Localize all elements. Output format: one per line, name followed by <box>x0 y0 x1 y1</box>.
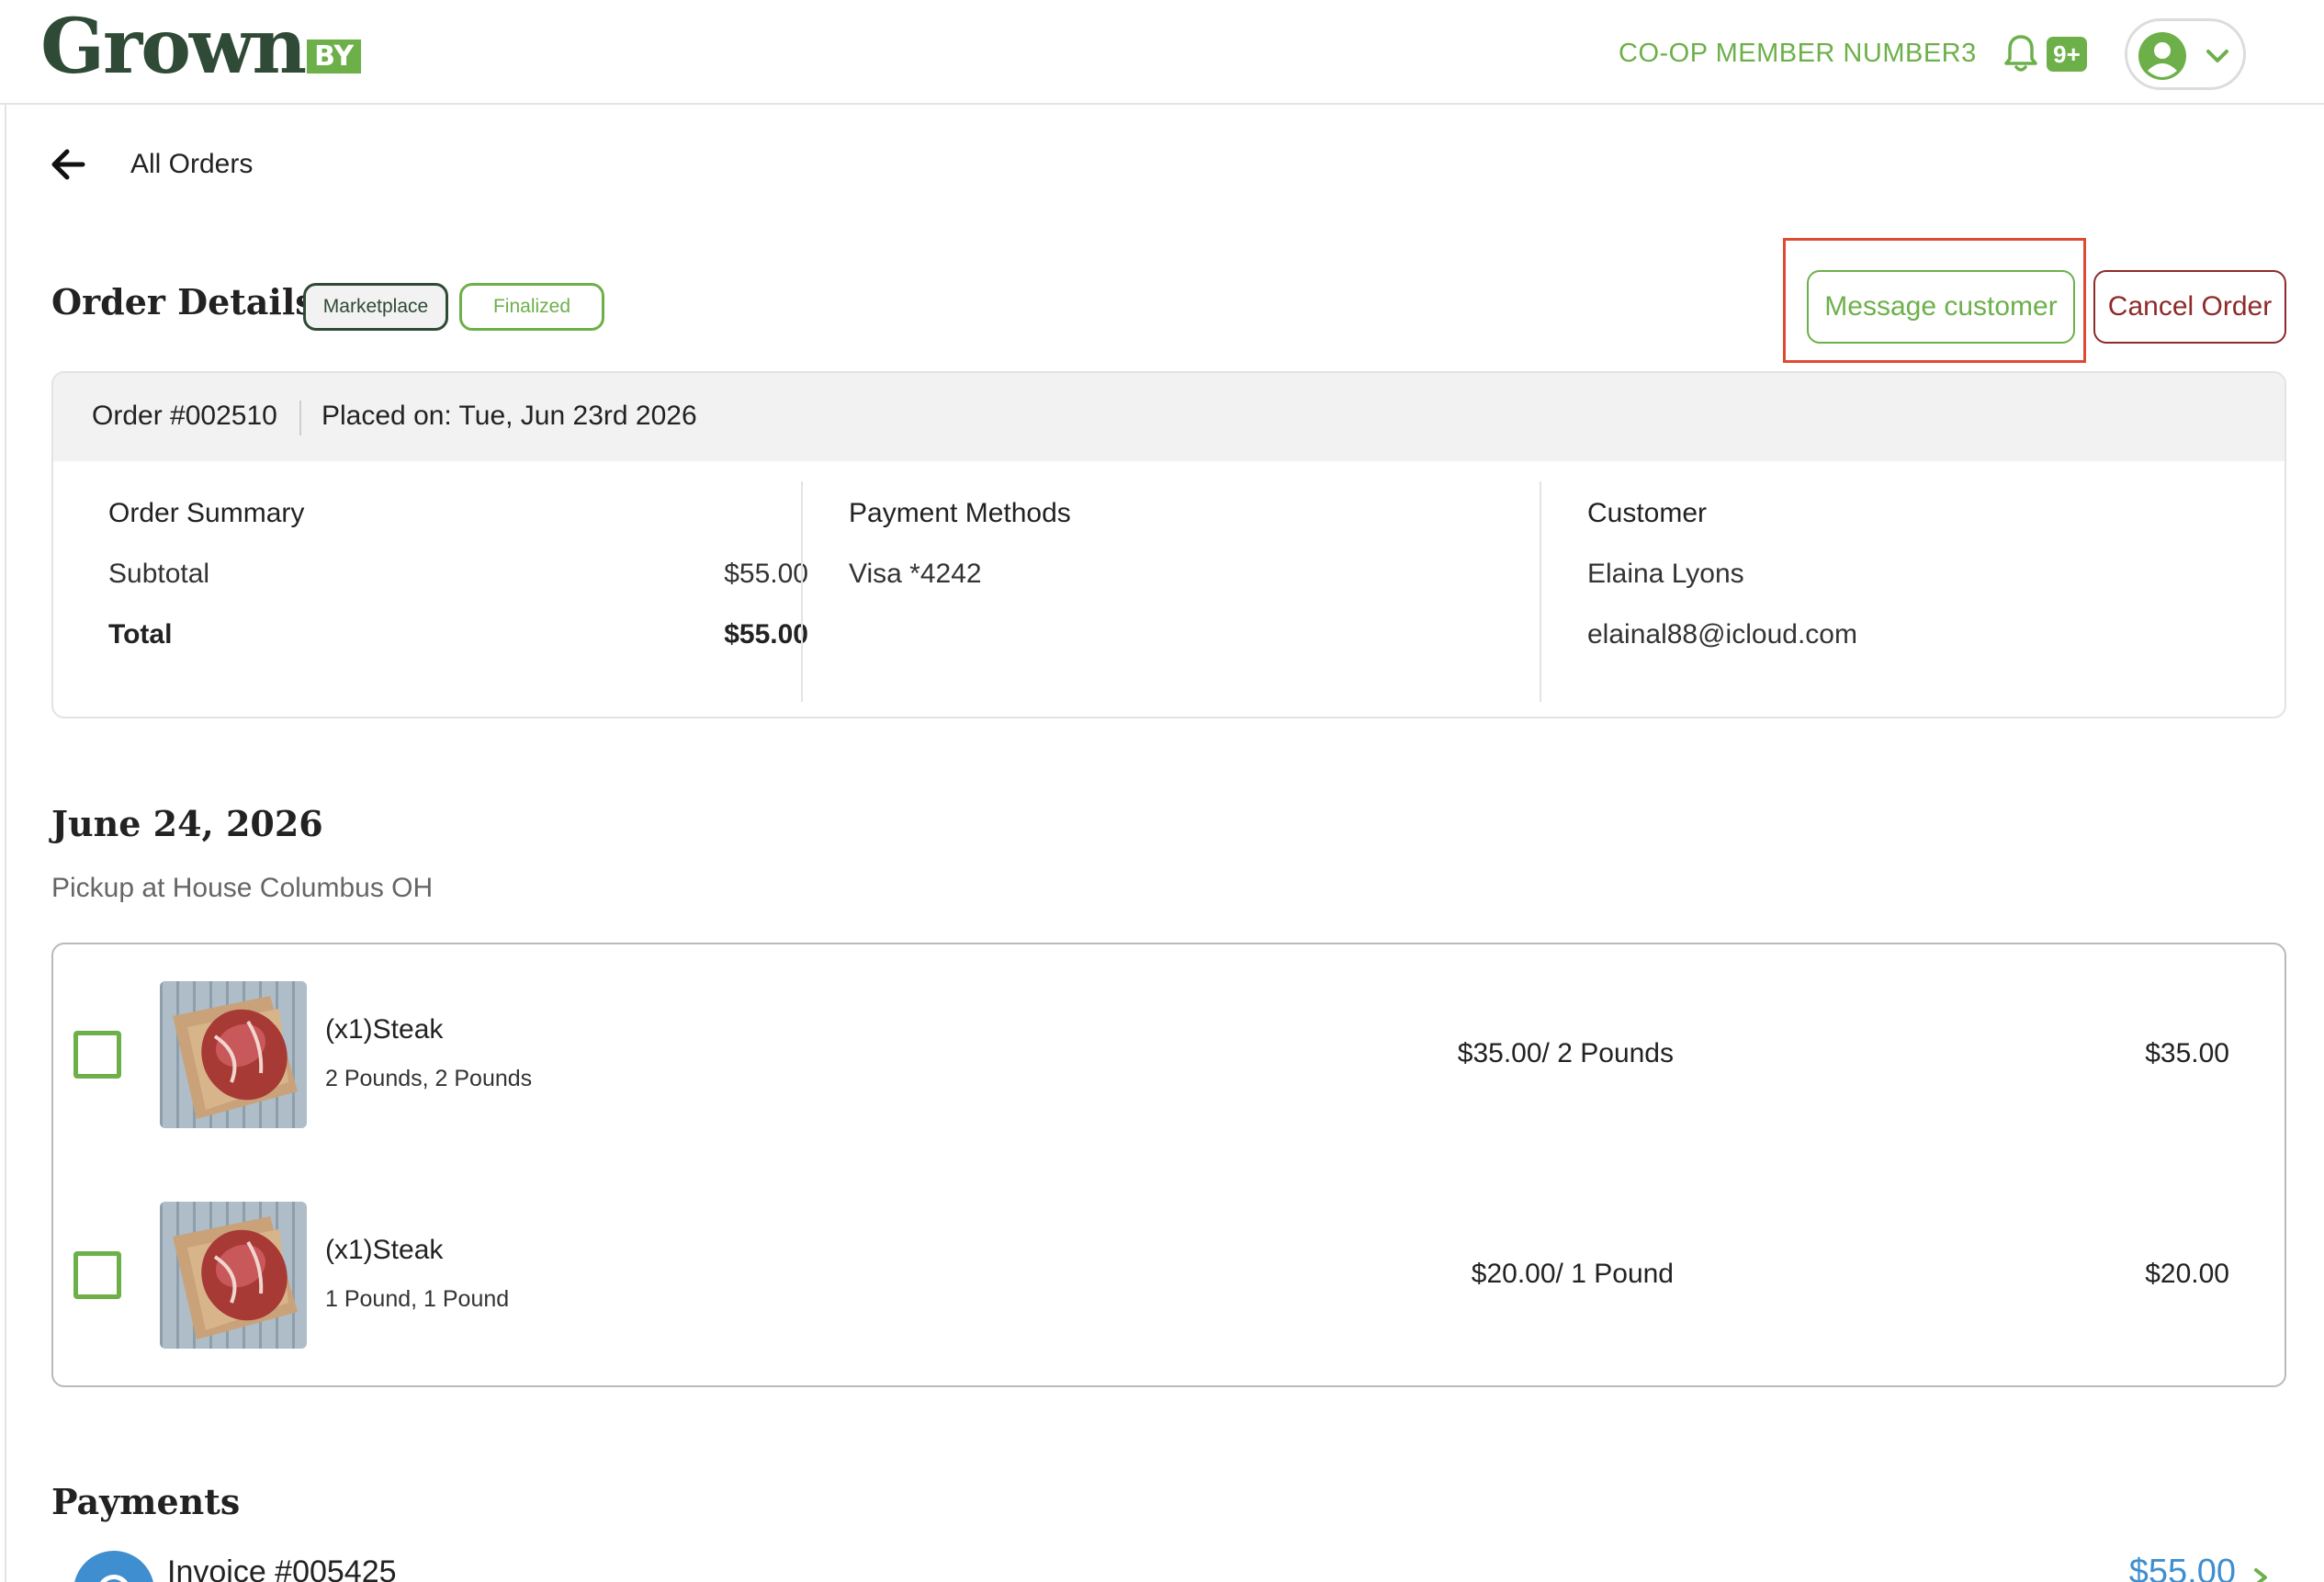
grownby-logo[interactable]: Grown BY <box>40 3 362 91</box>
item-name: (x1)Steak <box>325 1014 444 1045</box>
customer-email[interactable]: elainal88@icloud.com <box>1587 619 1857 650</box>
placed-on-date: Placed on: Tue, Jun 23rd 2026 <box>322 401 697 431</box>
payment-status-icon <box>73 1551 154 1582</box>
back-to-orders-link[interactable]: All Orders <box>50 147 253 182</box>
payment-method-value: Visa *4242 <box>849 559 982 589</box>
item-name: (x1)Steak <box>325 1235 444 1265</box>
item-variant: 2 Pounds, 2 Pounds <box>325 1066 533 1091</box>
order-card-header: Order #002510 Placed on: Tue, Jun 23rd 2… <box>53 373 2285 461</box>
finalized-status-tag: Finalized <box>459 283 604 331</box>
order-number: Order #002510 <box>92 401 277 431</box>
payment-ring-icon <box>97 1575 130 1582</box>
total-label: Total <box>108 619 173 650</box>
page-title: Order Details <box>51 281 315 322</box>
customer-heading: Customer <box>1587 498 1708 528</box>
invoice-amount[interactable]: $55.00 <box>2129 1553 2236 1582</box>
item-checkbox[interactable] <box>73 1251 121 1299</box>
column-divider <box>1540 481 1541 702</box>
top-header: Grown BY CO-OP MEMBER NUMBER3 9+ <box>0 0 2324 105</box>
bell-icon[interactable] <box>2002 33 2039 73</box>
order-summary-heading: Order Summary <box>108 498 305 528</box>
subtotal-value: $55.00 <box>724 559 808 589</box>
header-divider <box>299 401 301 435</box>
item-total: $20.00 <box>2145 1259 2229 1289</box>
payment-methods-heading: Payment Methods <box>849 498 1071 528</box>
steak-product-image <box>160 1202 307 1349</box>
column-divider <box>801 481 803 702</box>
left-divider <box>5 0 6 1582</box>
message-customer-button[interactable]: Message customer <box>1807 270 2075 344</box>
fulfillment-date: June 24, 2026 <box>51 803 323 844</box>
steak-product-image <box>160 981 307 1128</box>
order-item-row: (x1)Steak 2 Pounds, 2 Pounds $35.00/ 2 P… <box>53 981 2285 1128</box>
marketplace-tag: Marketplace <box>303 283 448 331</box>
order-details-page: Grown BY CO-OP MEMBER NUMBER3 9+ All Ord… <box>0 0 2324 1582</box>
order-info-card: Order #002510 Placed on: Tue, Jun 23rd 2… <box>51 371 2286 718</box>
pickup-location: Pickup at House Columbus OH <box>51 873 434 903</box>
invoice-label[interactable]: Invoice #005425 <box>167 1554 397 1582</box>
user-menu-button[interactable] <box>2125 18 2246 90</box>
cancel-order-button[interactable]: Cancel Order <box>2093 270 2286 344</box>
item-checkbox[interactable] <box>73 1031 121 1079</box>
logo-word: Grown <box>40 3 307 91</box>
user-avatar-icon <box>2138 32 2186 80</box>
item-unit-price: $35.00/ 2 Pounds <box>1457 1038 1674 1068</box>
logo-by-badge: BY <box>307 40 362 73</box>
order-item-row: (x1)Steak 1 Pound, 1 Pound $20.00/ 1 Pou… <box>53 1202 2285 1349</box>
item-unit-price: $20.00/ 1 Pound <box>1471 1259 1674 1289</box>
arrow-left-icon <box>51 149 85 180</box>
notification-count-badge[interactable]: 9+ <box>2047 37 2087 72</box>
chevron-right-icon[interactable] <box>2251 1567 2271 1582</box>
member-name-label[interactable]: CO-OP MEMBER NUMBER3 <box>1619 39 1977 69</box>
total-value: $55.00 <box>724 619 808 650</box>
chevron-down-icon <box>2206 50 2228 62</box>
subtotal-label: Subtotal <box>108 559 210 589</box>
customer-name: Elaina Lyons <box>1587 559 1744 589</box>
payments-heading: Payments <box>51 1481 241 1522</box>
back-label: All Orders <box>130 149 254 179</box>
order-items-card: (x1)Steak 2 Pounds, 2 Pounds $35.00/ 2 P… <box>51 943 2286 1387</box>
item-total: $35.00 <box>2145 1038 2229 1068</box>
item-variant: 1 Pound, 1 Pound <box>325 1286 510 1312</box>
